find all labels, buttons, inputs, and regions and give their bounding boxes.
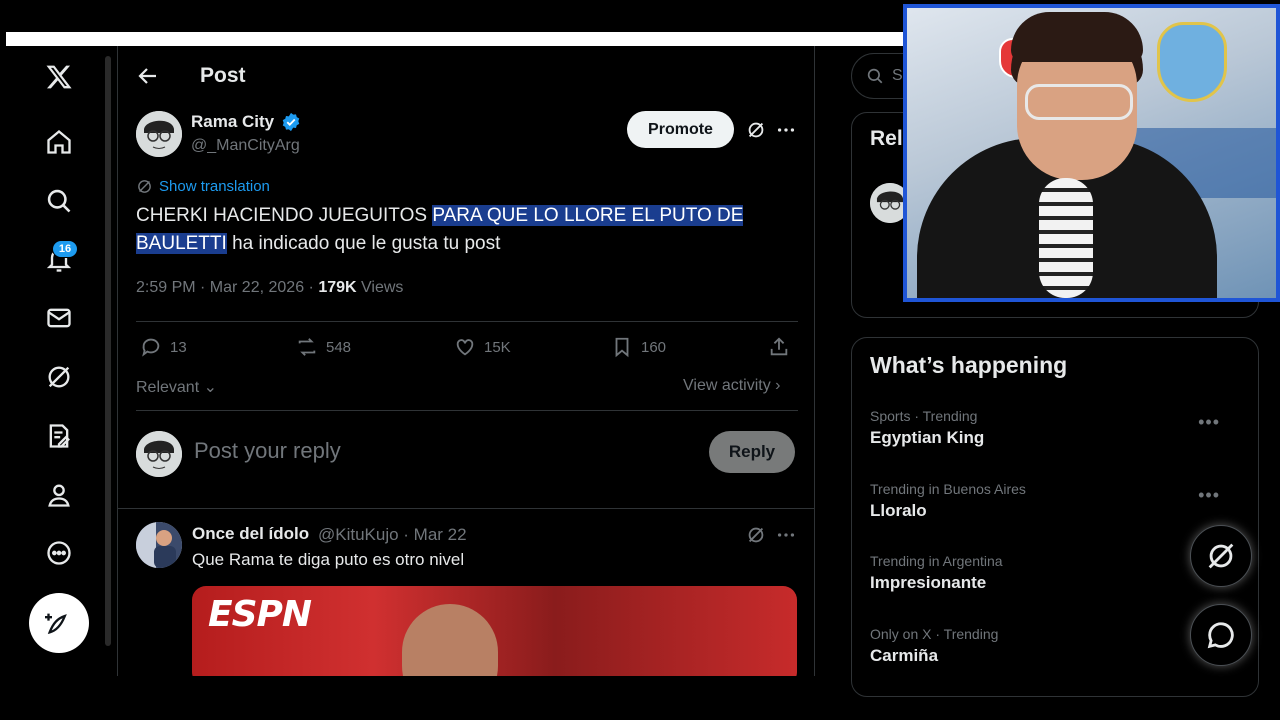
webcam-overlay bbox=[903, 4, 1280, 302]
left-nav: 16 bbox=[0, 46, 111, 676]
views-count: 179K bbox=[318, 279, 357, 296]
divider bbox=[118, 508, 814, 509]
sort-label: Relevant bbox=[136, 379, 200, 396]
search-icon[interactable] bbox=[43, 185, 75, 217]
author-handle[interactable]: @_ManCityArg bbox=[191, 137, 300, 155]
messages-envelope-icon[interactable] bbox=[43, 302, 75, 334]
relevant-people-title: Rel bbox=[870, 127, 903, 150]
back-arrow-icon[interactable] bbox=[136, 64, 160, 88]
post-text: CHERKI HACIENDO JUEGUITOS PARA QUE LO LL… bbox=[136, 202, 776, 258]
like-action[interactable]: 15K bbox=[454, 336, 511, 358]
reply-media-image[interactable]: ESPN bbox=[192, 586, 797, 676]
trend-item[interactable]: Trending in Buenos Aires Lloralo ••• bbox=[870, 481, 1240, 521]
search-icon bbox=[867, 68, 883, 84]
like-count: 15K bbox=[484, 338, 511, 356]
view-activity-link[interactable]: View activity › bbox=[683, 377, 781, 395]
divider bbox=[136, 410, 798, 411]
show-translation-label: Show translation bbox=[159, 178, 270, 195]
bookmark-count: 160 bbox=[641, 338, 667, 356]
feather-plus-icon bbox=[45, 613, 67, 635]
post-header: Post bbox=[118, 46, 814, 106]
share-upload-icon bbox=[770, 337, 788, 356]
more-options-circle-icon[interactable] bbox=[43, 537, 75, 569]
bookmark-icon bbox=[615, 337, 629, 358]
trend-name: Carmiña bbox=[870, 646, 939, 665]
share-action[interactable] bbox=[768, 336, 790, 358]
trend-context: Trending in Argentina bbox=[870, 553, 1003, 569]
trend-name: Lloralo bbox=[870, 501, 927, 520]
nav-scrollbar[interactable] bbox=[105, 56, 111, 646]
repost-action[interactable]: 548 bbox=[296, 336, 351, 358]
browser-url-bar[interactable] bbox=[6, 32, 906, 46]
trend-name: Impresionante bbox=[870, 573, 987, 592]
post-text-end: ha indicado que le gusta tu post bbox=[226, 233, 501, 254]
repost-count: 548 bbox=[326, 338, 352, 356]
espn-logo: ESPN bbox=[208, 594, 312, 635]
compose-post-button[interactable] bbox=[29, 593, 89, 653]
chat-bubble-icon bbox=[1207, 622, 1234, 649]
reply-text: Que Rama te diga puto es otro nivel bbox=[192, 550, 465, 569]
heart-icon bbox=[456, 339, 474, 356]
trend-context: Trending in Buenos Aires bbox=[870, 481, 1026, 497]
grok-icon bbox=[1208, 543, 1234, 569]
lists-icon[interactable] bbox=[43, 420, 75, 452]
profile-icon[interactable] bbox=[43, 479, 75, 511]
reply-author-avatar[interactable] bbox=[136, 522, 182, 568]
reply-bubble-icon bbox=[142, 338, 160, 357]
x-logo-icon[interactable] bbox=[43, 61, 75, 93]
microphone bbox=[1039, 178, 1093, 298]
post-timestamp[interactable]: 2:59 PM · Mar 22, 2026 · bbox=[136, 279, 318, 296]
trend-item[interactable]: Sports · Trending Egyptian King ••• bbox=[870, 408, 1240, 448]
trend-more-dots-icon[interactable]: ••• bbox=[1198, 485, 1220, 506]
divider bbox=[136, 321, 798, 322]
trend-more-dots-icon[interactable]: ••• bbox=[1198, 412, 1220, 433]
reply-action[interactable]: 13 bbox=[140, 336, 187, 358]
whats-happening-title: What’s happening bbox=[870, 352, 1068, 378]
author-name[interactable]: Rama City bbox=[191, 112, 274, 132]
sort-replies-dropdown[interactable]: Relevant ⌄ bbox=[136, 377, 217, 397]
more-dots-icon[interactable] bbox=[774, 118, 798, 142]
chevron-right-icon: › bbox=[770, 377, 781, 394]
reply-more-dots-icon[interactable] bbox=[774, 523, 798, 547]
post-detail-column: Post Rama City @_ManCityArg Promote Show… bbox=[117, 46, 815, 676]
views-label: Views bbox=[356, 279, 404, 296]
grok-floating-button[interactable] bbox=[1190, 525, 1252, 587]
messages-floating-button[interactable] bbox=[1190, 604, 1252, 666]
notification-badge: 16 bbox=[52, 240, 78, 258]
promote-button[interactable]: Promote bbox=[627, 111, 734, 148]
reply-author-handle[interactable]: @KituKujo · Mar 22 bbox=[318, 525, 467, 545]
streamer-hair-top bbox=[1011, 12, 1143, 62]
post-text-start: CHERKI HACIENDO JUEGUITOS bbox=[136, 205, 433, 226]
reply-input[interactable]: Post your reply bbox=[194, 438, 341, 464]
trend-context: Only on X · Trending bbox=[870, 626, 999, 642]
view-activity-label: View activity bbox=[683, 377, 771, 394]
verified-badge-icon bbox=[282, 112, 300, 132]
trend-item[interactable]: Only on X · Trending Carmiña bbox=[870, 626, 1240, 666]
current-user-avatar bbox=[136, 431, 182, 477]
trend-item[interactable]: Trending in Argentina Impresionante bbox=[870, 553, 1240, 593]
reply-author-name[interactable]: Once del ídolo bbox=[192, 524, 309, 544]
media-person bbox=[402, 604, 498, 676]
reply-count: 13 bbox=[170, 338, 187, 356]
streamer-glasses bbox=[1025, 84, 1133, 120]
trend-name: Egyptian King bbox=[870, 428, 985, 447]
reply-grok-icon[interactable] bbox=[744, 523, 768, 547]
trend-context: Sports · Trending bbox=[870, 408, 978, 424]
show-translation-link[interactable]: Show translation bbox=[136, 178, 270, 195]
author-avatar[interactable] bbox=[136, 111, 182, 157]
grok-post-icon[interactable] bbox=[744, 118, 768, 142]
post-meta: 2:59 PM · Mar 22, 2026 · 179K Views bbox=[136, 279, 403, 297]
home-icon[interactable] bbox=[43, 126, 75, 158]
bookmark-action[interactable]: 160 bbox=[611, 336, 666, 358]
grok-icon[interactable] bbox=[43, 361, 75, 393]
page-title: Post bbox=[200, 64, 246, 87]
reply-button[interactable]: Reply bbox=[709, 431, 795, 473]
translate-grok-icon bbox=[138, 180, 151, 193]
chevron-down-icon: ⌄ bbox=[199, 379, 218, 396]
club-crest-decoration bbox=[1157, 22, 1227, 102]
repost-icon bbox=[298, 338, 316, 356]
